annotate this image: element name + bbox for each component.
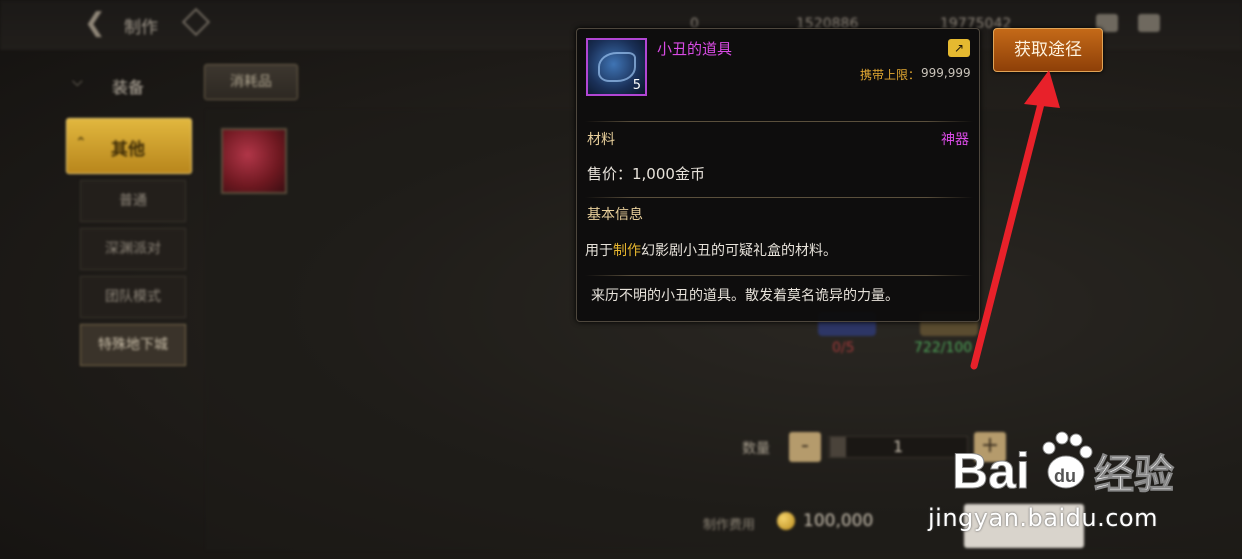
- quantity-slider-handle[interactable]: [830, 437, 846, 457]
- item-icon: 5: [586, 38, 647, 96]
- diamond-icon[interactable]: [181, 7, 211, 37]
- divider: [585, 275, 973, 276]
- item-rarity: 神器: [941, 132, 969, 148]
- item-name: 小丑的道具: [657, 40, 733, 58]
- nav-sub-normal[interactable]: 普通: [80, 180, 186, 222]
- nav-sub-abyss-party[interactable]: 深渊派对: [80, 228, 186, 270]
- item-stack-count: 5: [632, 78, 641, 93]
- description-prefix: 用于: [585, 243, 613, 259]
- quantity-minus-button[interactable]: -: [789, 432, 821, 462]
- watermark-logo-text: Bai: [952, 443, 1030, 499]
- baidu-watermark-logo: Bai du 经验: [952, 431, 1175, 500]
- material-2-count: 722/100: [914, 340, 973, 356]
- quantity-value: 1: [893, 437, 904, 456]
- basic-info-title: 基本信息: [587, 207, 643, 223]
- coin-icon: [777, 512, 795, 530]
- share-icon[interactable]: ↗: [948, 39, 970, 57]
- quantity-label: 数量: [742, 441, 770, 457]
- chevron-up-icon: ⌃: [75, 135, 87, 151]
- item-lore: 来历不明的小丑的道具。散发着莫名诡异的力量。: [591, 288, 899, 304]
- back-arrow-icon[interactable]: ❮: [84, 8, 106, 38]
- divider: [585, 197, 973, 198]
- divider: [585, 121, 973, 122]
- nav-category-label: 其他: [111, 140, 145, 160]
- craft-cost-label: 制作费用: [703, 518, 756, 533]
- material-1-count: 0/5: [832, 340, 855, 356]
- nav-category-equipment[interactable]: 装备: [112, 74, 144, 98]
- carry-limit-label: 携带上限：: [860, 68, 921, 82]
- item-tooltip: 5 小丑的道具 ↗ 携带上限： 999,999 材料 神器 售价： 1,000金…: [576, 28, 980, 322]
- carry-limit-value: 999,999: [921, 66, 971, 80]
- watermark-logo-du: du: [1054, 466, 1076, 486]
- nav-sub-raid-mode[interactable]: 团队模式: [80, 276, 186, 318]
- page-title: 制作: [124, 18, 158, 38]
- chevron-down-icon[interactable]: ⌵: [72, 74, 83, 90]
- description-highlight: 制作: [613, 243, 641, 259]
- watermark-logo-cn: 经验: [1094, 452, 1174, 498]
- watermark-url: jingyan.baidu.com: [928, 504, 1158, 532]
- nav-sub-special-dungeon[interactable]: 特殊地下城: [80, 324, 186, 366]
- chat-icon[interactable]: [1138, 14, 1160, 32]
- sell-price-label: 售价：: [587, 165, 633, 183]
- item-description: 用于制作幻影剧小丑的可疑礼盒的材料。: [585, 240, 837, 260]
- sell-price-value: 1,000金币: [632, 165, 705, 183]
- claw-icon: [598, 52, 636, 82]
- acquire-route-button[interactable]: 获取途径: [993, 28, 1103, 72]
- description-suffix: 幻影剧小丑的可疑礼盒的材料。: [641, 243, 837, 259]
- item-slot[interactable]: [221, 128, 287, 194]
- item-type: 材料: [587, 132, 615, 148]
- nav-category-other[interactable]: ⌃ 其他: [66, 118, 192, 174]
- tab-consumable[interactable]: 消耗品: [204, 64, 298, 100]
- craft-cost-value: 100,000: [803, 511, 874, 531]
